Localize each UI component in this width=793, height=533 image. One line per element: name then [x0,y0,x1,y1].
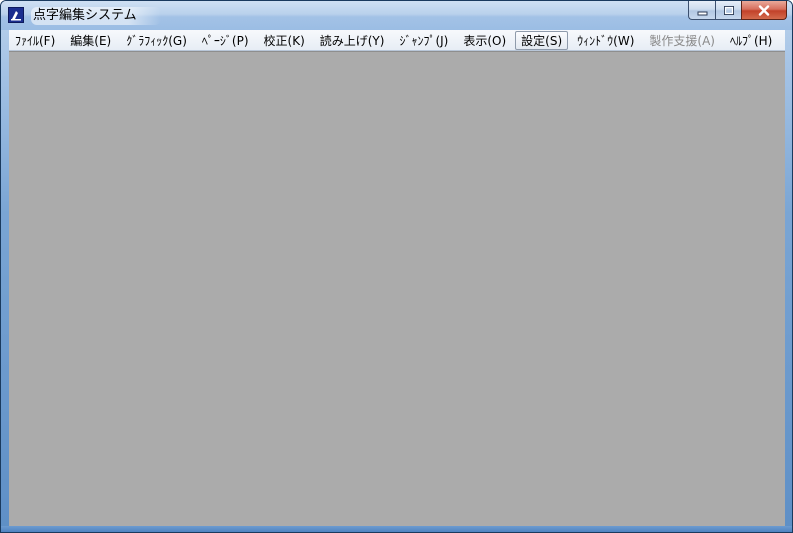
menu-window[interactable]: ｳｨﾝﾄﾞｳ(W) [571,31,640,50]
close-button[interactable] [741,1,787,20]
menu-bar: ﾌｧｲﾙ(F) 編集(E) ｸﾞﾗﾌｨｯｸ(G) ﾍﾟｰｼﾞ(P) 校正(K) … [9,30,785,51]
menu-graphic[interactable]: ｸﾞﾗﾌｨｯｸ(G) [120,31,193,50]
window-bottom-frame [1,526,792,532]
title-bar[interactable]: 点字編集システム [1,1,792,30]
menu-read-aloud[interactable]: 読み上げ(Y) [314,31,391,50]
window-controls [688,1,787,21]
maximize-button[interactable] [715,1,741,20]
minimize-icon [697,1,708,20]
menu-proofread[interactable]: 校正(K) [258,31,311,50]
minimize-button[interactable] [688,1,715,20]
menu-page[interactable]: ﾍﾟｰｼﾞ(P) [196,31,255,50]
menu-file[interactable]: ﾌｧｲﾙ(F) [9,31,61,50]
menu-edit[interactable]: 編集(E) [64,31,117,50]
app-icon[interactable] [8,7,24,23]
menu-help[interactable]: ﾍﾙﾌﾟ(H) [724,31,778,50]
mdi-client-area[interactable] [9,51,785,526]
menu-settings[interactable]: 設定(S) [515,30,569,50]
maximize-icon [723,1,735,20]
menu-view[interactable]: 表示(O) [457,31,512,50]
window-title: 点字編集システム [31,7,161,25]
app-window: 点字編集システム ﾌｧｲﾙ(F) 編集(E) ｸﾞﾗﾌｨｯｸ(G) ﾍﾟｰｼﾞ(… [0,0,793,533]
menu-production-support: 製作支援(A) [649,33,715,48]
close-icon [758,1,770,20]
menu-jump[interactable]: ｼﾞｬﾝﾌﾟ(J) [393,31,454,50]
